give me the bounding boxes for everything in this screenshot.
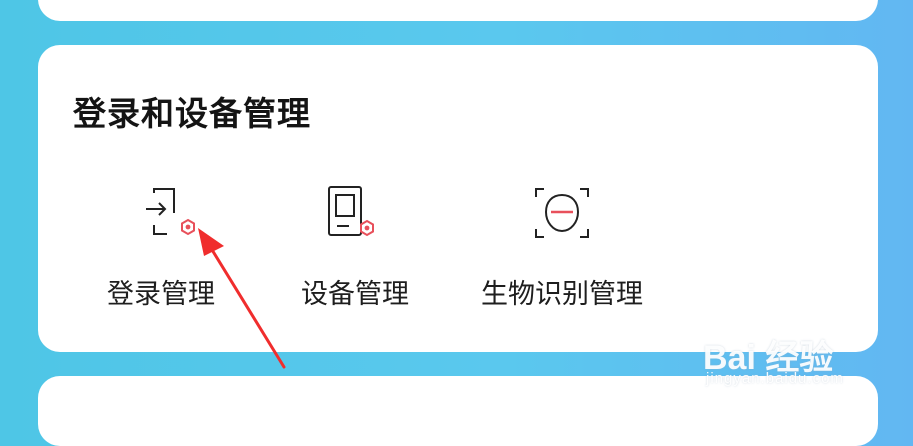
device-management-label: 设备管理 [301,279,409,310]
device-icon [325,185,385,243]
section-title: 登录和设备管理 [73,94,311,133]
biometric-management-label: 生物识别管理 [481,279,643,310]
face-recognition-icon [532,185,592,243]
red-arrow-icon [198,228,286,369]
watermark-url: jingyan.baidu.com [706,370,844,387]
device-management-item[interactable]: 设备管理 [265,185,445,310]
previous-settings-card [38,0,878,21]
biometric-management-item[interactable]: 生物识别管理 [472,185,652,310]
baidu-jingyan-watermark: Bai 经验 jingyan.baidu.com [703,312,898,392]
login-device-management-card: 登录和设备管理 登录管理 设备管理 生物识别管理 [38,45,878,352]
